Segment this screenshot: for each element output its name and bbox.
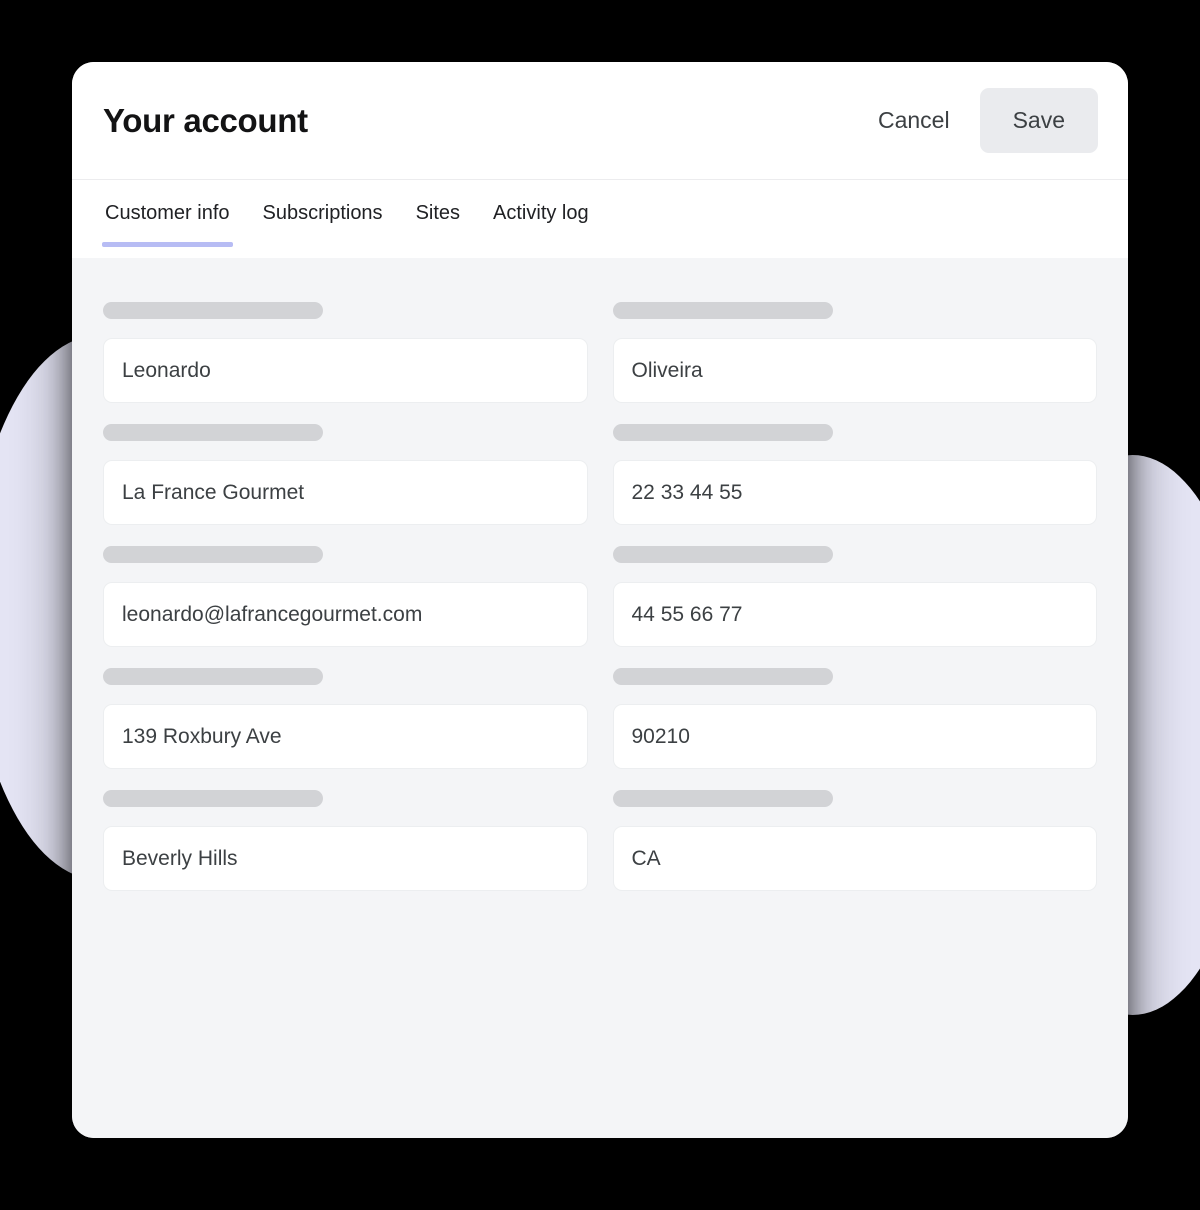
page-title: Your account [103,101,308,139]
state-input[interactable] [612,826,1097,891]
field-phone-secondary [612,546,1097,647]
customer-info-panel [72,258,1128,1138]
last-name-input[interactable] [612,338,1097,403]
field-phone-primary [612,424,1097,525]
field-label-skeleton [612,546,833,563]
field-first-name [103,302,588,403]
card-header: Your account Cancel Save [72,62,1128,180]
field-label-skeleton [612,668,833,685]
field-label-skeleton [103,668,323,685]
field-state [612,790,1097,891]
email-input[interactable] [103,582,588,647]
field-city [103,790,588,891]
screenshot-stage: Your account Cancel Save Customer info S… [0,0,1200,1210]
phone-secondary-input[interactable] [612,582,1097,647]
field-street-address [103,668,588,769]
field-label-skeleton [612,790,833,807]
tab-subscriptions-label: Subscriptions [262,202,383,224]
tab-bar: Customer info Subscriptions Sites Activi… [72,180,1128,258]
field-email [103,546,588,647]
save-button[interactable]: Save [979,88,1098,153]
tab-subscriptions[interactable]: Subscriptions [261,196,385,247]
tab-customer-info[interactable]: Customer info [102,196,232,247]
field-label-skeleton [103,424,323,441]
field-last-name [612,302,1097,403]
tab-activity-log[interactable]: Activity log [491,196,591,247]
tab-customer-info-label: Customer info [105,202,230,224]
cancel-button[interactable]: Cancel [864,91,964,150]
field-label-skeleton [103,790,323,807]
tab-activity-log-label: Activity log [493,202,589,224]
field-label-skeleton [612,302,833,319]
company-input[interactable] [103,460,588,525]
phone-primary-input[interactable] [612,460,1097,525]
field-label-skeleton [612,424,833,441]
first-name-input[interactable] [103,338,588,403]
header-actions: Cancel Save [864,88,1098,153]
field-company [103,424,588,525]
field-postal-code [612,668,1097,769]
field-label-skeleton [103,302,323,319]
city-input[interactable] [103,826,588,891]
tab-sites[interactable]: Sites [414,196,462,247]
postal-code-input[interactable] [612,704,1097,769]
street-address-input[interactable] [103,704,588,769]
account-settings-card: Your account Cancel Save Customer info S… [72,62,1128,1138]
field-label-skeleton [103,546,323,563]
tab-sites-label: Sites [415,202,461,224]
customer-info-form [103,302,1097,891]
